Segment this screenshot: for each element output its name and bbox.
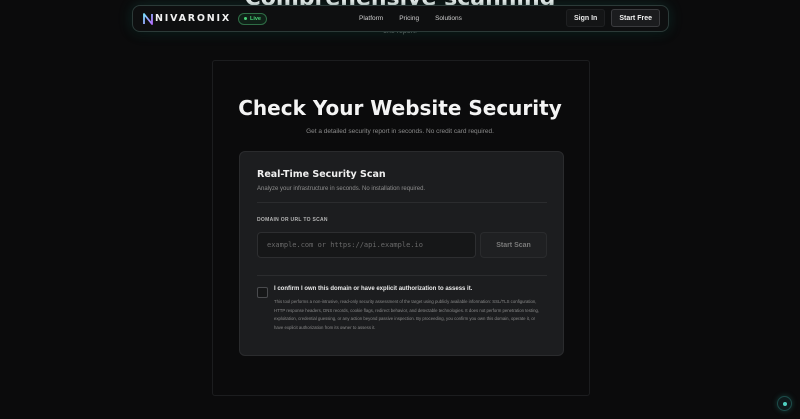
sign-in-button[interactable]: Sign In <box>565 9 606 27</box>
nav-links: Platform Pricing Solutions <box>359 6 478 31</box>
top-navbar: NIVARONIX Live Platform Pricing Solution… <box>132 5 669 32</box>
authorization-checkbox[interactable] <box>257 287 268 298</box>
assistant-dot-icon <box>782 401 787 406</box>
nivaronix-logo-icon <box>143 12 153 25</box>
logo[interactable]: NIVARONIX <box>143 12 231 25</box>
live-badge: Live <box>237 12 267 25</box>
domain-field-label: DOMAIN OR URL TO SCAN <box>257 217 328 223</box>
divider <box>257 202 547 203</box>
page-title: Check Your Website Security <box>238 96 562 120</box>
nav-actions: Sign In Start Free <box>565 9 660 27</box>
page-subtitle: Get a detailed security report in second… <box>306 128 494 135</box>
nav-link-pricing[interactable]: Pricing <box>399 15 419 22</box>
live-badge-label: Live <box>249 15 261 22</box>
nav-link-solutions[interactable]: Solutions <box>435 15 462 22</box>
start-free-button[interactable]: Start Free <box>611 9 660 27</box>
assistant-button[interactable] <box>777 396 792 411</box>
start-scan-button[interactable]: Start Scan <box>480 232 547 258</box>
domain-input[interactable] <box>257 232 476 258</box>
logo-text: NIVARONIX <box>155 13 231 24</box>
disclaimer-text: This tool performs a non-intrusive, read… <box>274 299 540 330</box>
nav-link-platform[interactable]: Platform <box>359 15 383 22</box>
authorization-label[interactable]: I confirm I own this domain or have expl… <box>274 286 472 292</box>
scan-card-title: Real-Time Security Scan <box>257 169 386 180</box>
live-dot-icon <box>243 17 247 20</box>
divider <box>257 275 547 276</box>
scan-card: Real-Time Security Scan Analyze your inf… <box>239 151 564 356</box>
scan-card-subtitle: Analyze your infrastructure in seconds. … <box>257 186 426 192</box>
